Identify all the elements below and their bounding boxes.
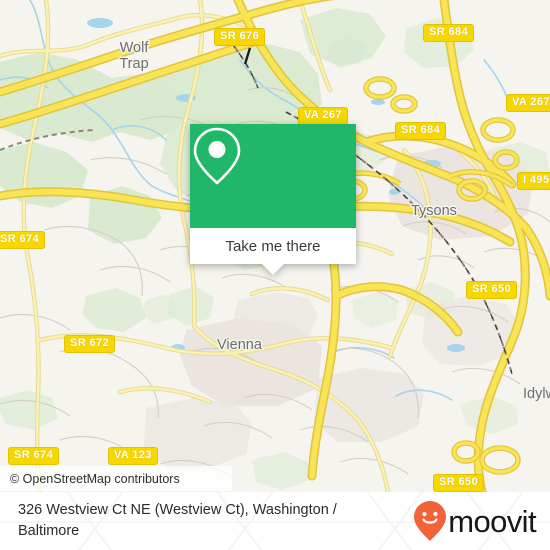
place-label-idylwood: Idylw: [523, 386, 550, 402]
place-label-wolf-trap: Wolf Trap: [104, 40, 164, 72]
place-label-wolf-trap-line2: Trap: [119, 56, 149, 72]
osm-attribution[interactable]: © OpenStreetMap contributors: [0, 466, 232, 491]
moovit-wordmark: moovit: [448, 503, 536, 539]
moovit-pin-smile-icon: [414, 501, 447, 541]
osm-attribution-text: © OpenStreetMap contributors: [10, 471, 180, 486]
shield-sr-684-north[interactable]: SR 684: [423, 24, 475, 42]
place-label-vienna: Vienna: [217, 337, 262, 353]
shield-va-267-west[interactable]: VA 267: [298, 107, 348, 125]
shield-sr-674-south[interactable]: SR 674: [8, 447, 60, 465]
shield-sr-676[interactable]: SR 676: [214, 28, 266, 46]
place-label-tysons: Tysons: [411, 203, 457, 219]
shield-sr-650-north[interactable]: SR 650: [466, 281, 518, 299]
shield-i-495[interactable]: I 495: [517, 172, 550, 190]
shield-va-267-east[interactable]: VA 267: [506, 94, 550, 112]
shield-sr-672[interactable]: SR 672: [64, 335, 116, 353]
map-pin-icon: [193, 127, 241, 185]
moovit-map-screen: SR 676 SR 684 VA 267 VA 267 SR 684 I 495…: [0, 0, 550, 550]
shield-sr-684-south[interactable]: SR 684: [395, 122, 447, 140]
shield-sr-650-south[interactable]: SR 650: [433, 474, 485, 492]
popup-icon-area: [190, 124, 356, 228]
address-label: 326 Westview Ct NE (Westview Ct), Washin…: [18, 502, 337, 539]
map-canvas[interactable]: SR 676 SR 684 VA 267 VA 267 SR 684 I 495…: [0, 0, 550, 492]
shield-va-123[interactable]: VA 123: [108, 447, 158, 465]
popup-pointer-tail: [262, 264, 284, 275]
shield-sr-674-west[interactable]: SR 674: [0, 231, 46, 249]
place-label-wolf-trap-line1: Wolf: [119, 40, 149, 56]
footer-bar: 326 Westview Ct NE (Westview Ct), Washin…: [0, 492, 550, 550]
destination-popup-card[interactable]: Take me there: [190, 124, 356, 275]
moovit-logo[interactable]: moovit: [413, 500, 537, 542]
popup-action-area[interactable]: Take me there: [190, 228, 356, 275]
take-me-there-button[interactable]: Take me there: [225, 238, 320, 255]
